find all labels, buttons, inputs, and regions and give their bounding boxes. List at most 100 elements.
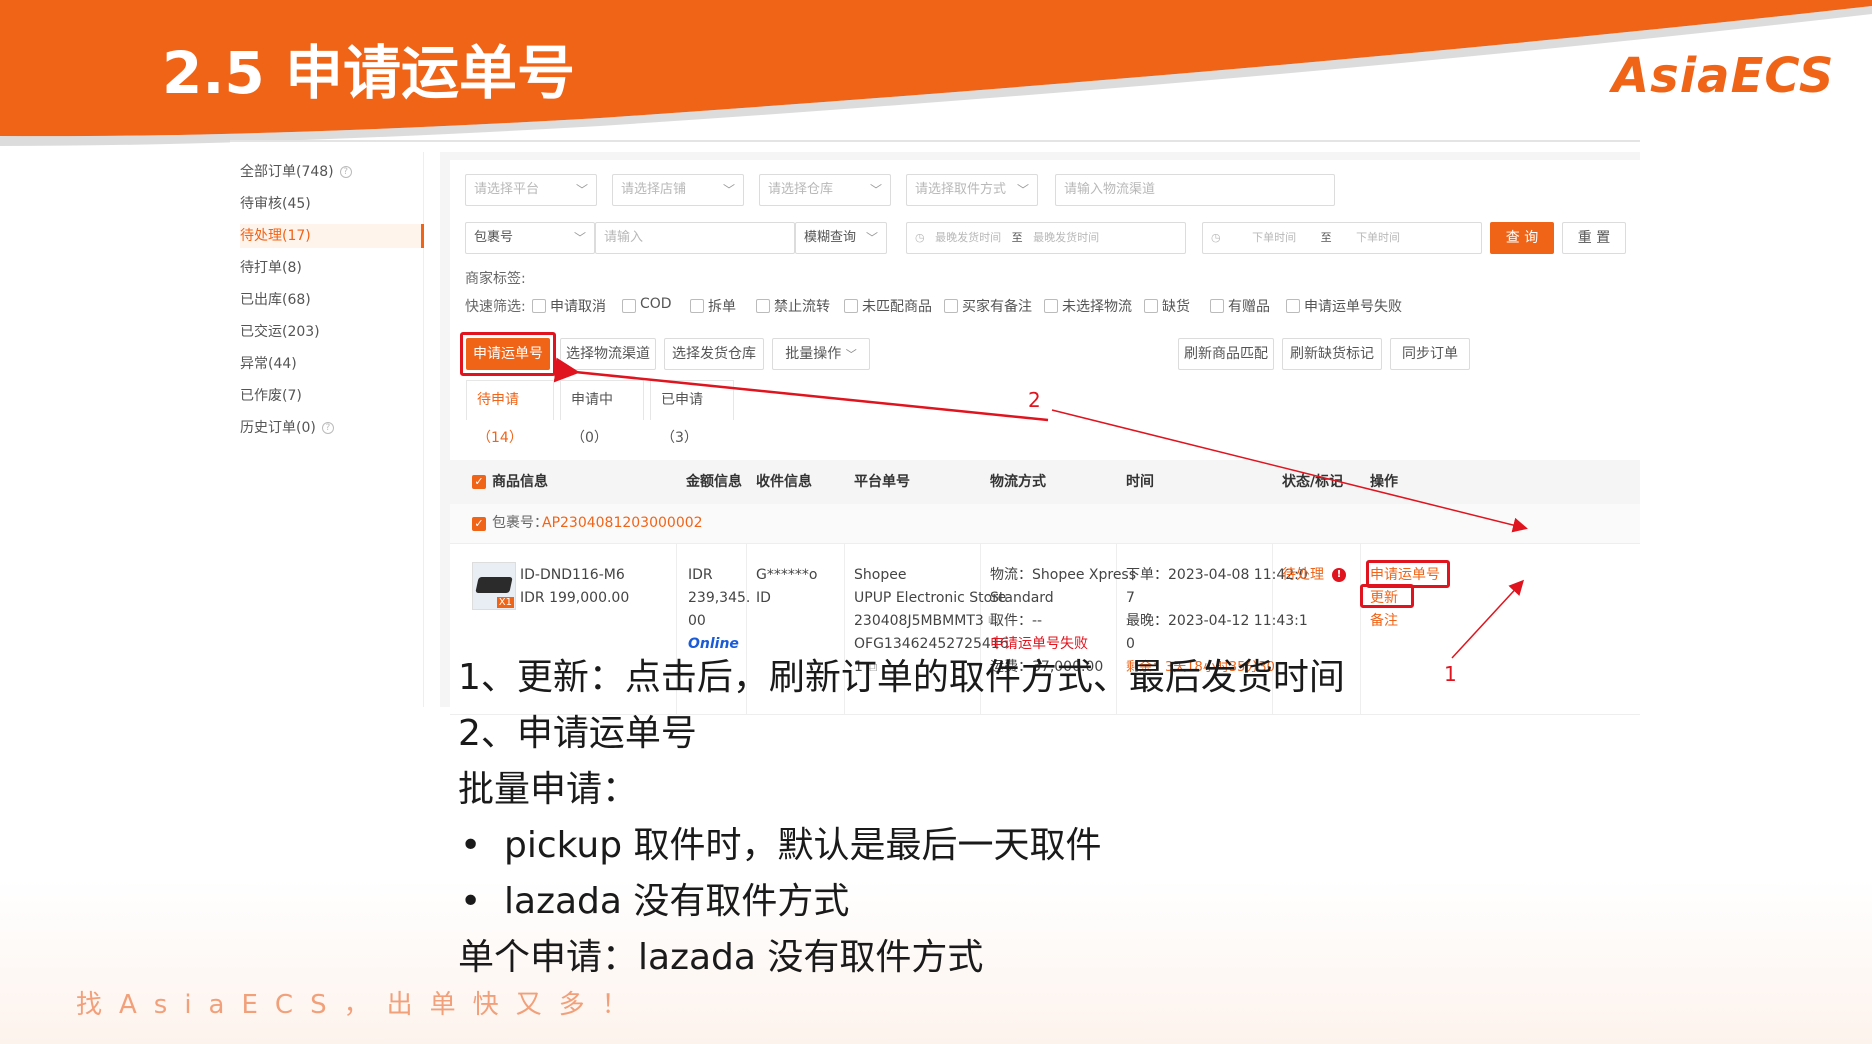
keyword-input[interactable]: 请输入 [595,222,795,254]
quick-filter-label: 买家有备注 [962,299,1032,315]
warehouse-select[interactable]: 请选择仓库 ﹀ [759,174,891,206]
quick-filter-checkbox[interactable] [690,299,704,313]
ship-time-end: 最晚发货时间 [1033,231,1100,244]
col-receiver: 收件信息 [756,474,812,490]
quick-filter-checkbox[interactable] [1144,299,1158,313]
match-mode-select[interactable]: 模糊查询 ﹀ [795,222,887,254]
quick-filter-checkbox[interactable] [944,299,958,313]
quick-filter-checkbox[interactable] [622,299,636,313]
app-screenshot: 全部订单(748)? 待审核(45) 待处理(17) 待打单(8) 已出库(68… [230,140,1640,715]
tab-applying[interactable]: 申请中（0） [560,380,644,446]
quick-filter-checkbox[interactable] [532,299,546,313]
quick-filter-checkbox[interactable] [756,299,770,313]
product-sku: ID-DND116-M6 [520,567,625,583]
col-platform-order: 平台单号 [854,474,910,490]
ship-time-range[interactable]: ◷ 最晚发货时间 至 最晚发货时间 [906,222,1186,254]
note-line-3: 批量申请： [458,769,639,810]
quick-filter-label: 未选择物流 [1062,299,1132,315]
clock-icon: ◷ [915,231,925,244]
sidebar-item-label: 待打单(8) [240,260,302,276]
quick-filter-label: 拆单 [708,299,736,315]
refresh-stock-button[interactable]: 刷新缺货标记 [1282,338,1382,370]
match-mode-text: 模糊查询 [804,230,857,245]
col-product: 商品信息 [492,474,548,490]
quick-filter-checkbox[interactable] [844,299,858,313]
chevron-down-icon: ﹀ [865,231,878,245]
select-warehouse-button[interactable]: 选择发货仓库 [664,338,764,370]
col-logistics: 物流方式 [990,474,1046,490]
package-type-select[interactable]: 包裹号 ﹀ [465,222,595,254]
sidebar-item-pending-review[interactable]: 待审核(45) [240,192,424,216]
sidebar-item-shipped[interactable]: 已交运(203) [240,320,424,344]
amount-line: 00 [688,613,706,629]
select-channel-button[interactable]: 选择物流渠道 [560,338,656,370]
order-panel: 请选择平台 ﹀ 请选择店铺 ﹀ 请选择仓库 ﹀ 请选择取件方式 ﹀ 请输入物流渠道 包裹… [450,160,1640,715]
chevron-down-icon: ﹀ [575,183,588,197]
batch-actions-dropdown[interactable]: 批量操作 ﹀ [772,338,870,370]
error-icon: ! [1332,568,1346,582]
pickup-method: 取件：-- [990,613,1043,629]
sidebar-item-label: 已作废(7) [240,388,302,404]
package-number[interactable]: AP2304081203000002 [542,512,703,535]
waybill-error: 申请运单号失败 [990,636,1088,652]
chevron-down-icon: ﹀ [573,231,586,245]
sidebar-item-voided[interactable]: 已作废(7) [240,384,424,408]
platform-ref-no: OFG13462452725416 [854,636,1009,652]
order-status: 待处理! [1282,564,1346,587]
order-time-wrap: 7 [1126,590,1135,606]
reset-button[interactable]: 重 置 [1562,222,1626,254]
order-status-text: 待处理 [1282,567,1324,583]
sidebar-item-label: 待审核(45) [240,196,311,212]
order-time-range[interactable]: ◷ 下单时间 至 下单时间 [1202,222,1482,254]
sync-orders-button[interactable]: 同步订单 [1390,338,1470,370]
order-status-sidebar: 全部订单(748)? 待审核(45) 待处理(17) 待打单(8) 已出库(68… [230,152,424,707]
package-row: ✓ 包裹号： AP2304081203000002 [450,504,1640,544]
tab-to-apply[interactable]: 待申请（14） [466,380,554,446]
help-icon: ? [339,166,352,178]
note-line-1: 1、更新：点击后，刷新订单的取件方式、最后发货时间 [458,657,1345,698]
product-thumbnail: X1 [472,562,516,610]
note-bullet-2: lazada 没有取件方式 [460,880,849,923]
amount-line: IDR [688,567,713,583]
annotation-label-2: 2 [1028,388,1041,412]
top-divider [230,140,1640,142]
note-link[interactable]: 备注 [1370,610,1398,633]
col-operation: 操作 [1370,474,1398,490]
refresh-match-button[interactable]: 刷新商品匹配 [1178,338,1274,370]
package-checkbox[interactable]: ✓ [472,517,486,531]
sidebar-item-all[interactable]: 全部订单(748)? [240,160,424,184]
col-amount: 金额信息 [686,474,742,490]
select-all-checkbox[interactable]: ✓ [472,475,486,489]
query-button[interactable]: 查 询 [1490,222,1554,254]
sidebar-item-outbound[interactable]: 已出库(68) [240,288,424,312]
sidebar-item-to-print[interactable]: 待打单(8) [240,256,424,280]
channel-input-text: 请输入物流渠道 [1064,182,1156,197]
annotation-label-1: 1 [1444,662,1457,686]
quick-filter-label: COD [640,296,672,312]
merchant-tag-label: 商家标签: [465,271,526,287]
channel-input[interactable]: 请输入物流渠道 [1055,174,1335,206]
chevron-down-icon: ﹀ [845,348,857,361]
pickup-method-select[interactable]: 请选择取件方式 ﹀ [906,174,1038,206]
col-time: 时间 [1126,474,1154,490]
platform-select[interactable]: 请选择平台 ﹀ [465,174,597,206]
order-time-sep: 至 [1320,231,1332,244]
asiaecs-logo: AsiaECS [1612,48,1835,104]
store-name: UPUP Electronic Store [854,590,1007,606]
quick-filter-checkbox[interactable] [1286,299,1300,313]
tab-applied[interactable]: 已申请（3） [650,380,734,446]
sidebar-item-to-process[interactable]: 待处理(17) [240,224,424,248]
sidebar-item-exception[interactable]: 异常(44) [240,352,424,376]
clock-icon: ◷ [1211,231,1221,244]
quick-filter-checkbox[interactable] [1044,299,1058,313]
keyword-input-text: 请输入 [604,230,644,245]
chevron-down-icon: ﹀ [722,183,735,197]
shop-select[interactable]: 请选择店铺 ﹀ [612,174,744,206]
slide-title: 2.5 申请运单号 [162,39,575,107]
receiver-name: G******o [756,567,818,583]
sidebar-item-history[interactable]: 历史订单(0)? [240,416,424,440]
logistics-service: Standard [990,590,1054,606]
platform-select-text: 请选择平台 [474,182,540,197]
quick-filter-checkbox[interactable] [1210,299,1224,313]
package-label: 包裹号： [492,515,548,531]
